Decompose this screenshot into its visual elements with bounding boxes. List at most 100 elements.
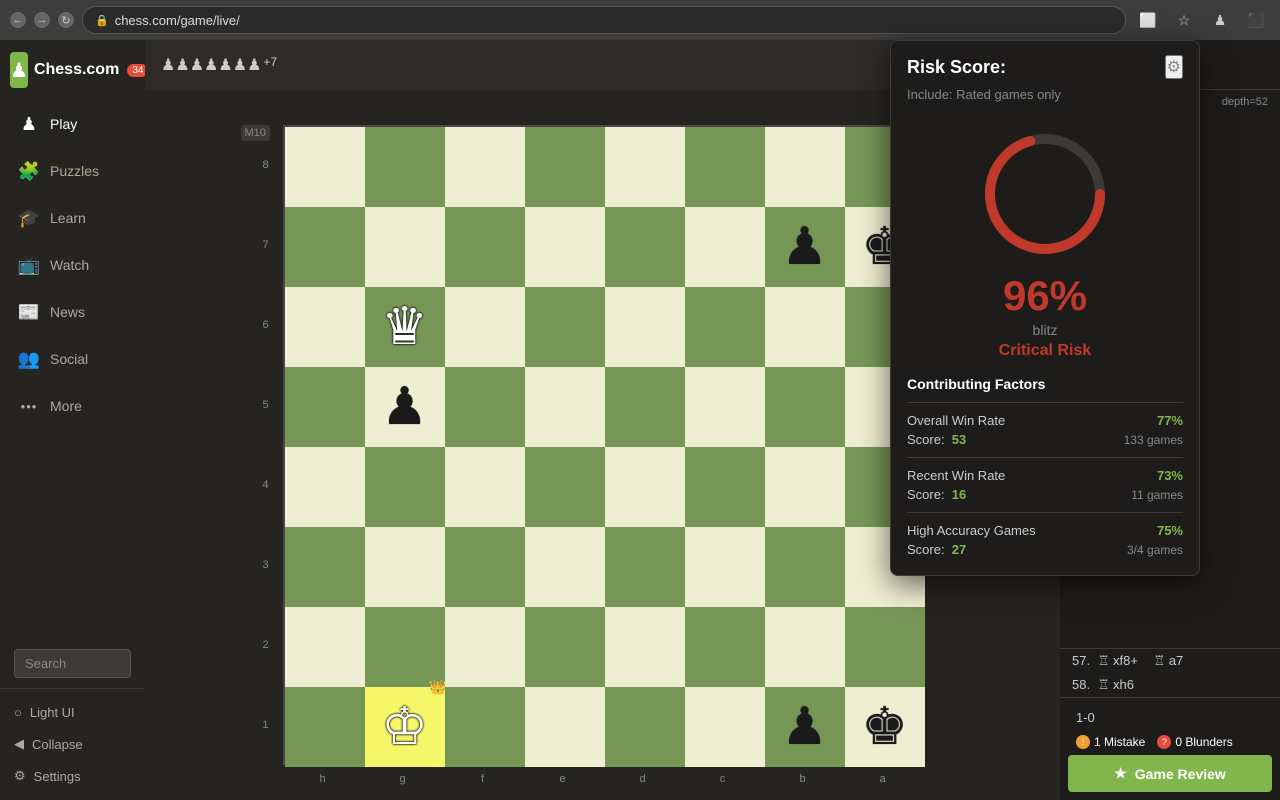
sidebar-logo[interactable]: ♟ Chess.com 34 — [0, 40, 145, 100]
square-d4[interactable] — [605, 447, 685, 527]
square-b8[interactable] — [765, 127, 845, 207]
factor-header-3: High Accuracy Games 75% — [907, 523, 1183, 538]
square-f8[interactable] — [445, 127, 525, 207]
square-d3[interactable] — [605, 527, 685, 607]
square-b5[interactable] — [765, 367, 845, 447]
row-label-6: 6 — [263, 285, 269, 365]
sidebar-item-learn[interactable]: 🎓 Learn — [4, 195, 141, 241]
square-e5[interactable] — [525, 367, 605, 447]
square-g3[interactable] — [365, 527, 445, 607]
square-g7[interactable] — [365, 207, 445, 287]
square-a2[interactable] — [845, 607, 925, 687]
risk-settings-button[interactable]: ⚙ — [1165, 55, 1183, 79]
sidebar-item-puzzles[interactable]: 🧩 Puzzles — [4, 148, 141, 194]
square-e6[interactable] — [525, 287, 605, 367]
risk-percentage: 96% — [1003, 272, 1087, 320]
square-d2[interactable] — [605, 607, 685, 687]
sidebar-item-play[interactable]: ♟ Play — [4, 101, 141, 147]
piece-b1: ♟ — [781, 701, 828, 753]
settings-item[interactable]: ⚙ Settings — [4, 760, 141, 792]
square-g4[interactable] — [365, 447, 445, 527]
square-c8[interactable] — [685, 127, 765, 207]
sidebar-item-news[interactable]: 📰 News — [4, 289, 141, 335]
square-b2[interactable] — [765, 607, 845, 687]
square-d8[interactable] — [605, 127, 685, 207]
square-f7[interactable] — [445, 207, 525, 287]
square-c3[interactable] — [685, 527, 765, 607]
collapse-item[interactable]: ◀ Collapse — [4, 728, 141, 760]
square-f1[interactable] — [445, 687, 525, 767]
move-57b-text: a7 — [1169, 653, 1183, 668]
screen-cast-button[interactable]: ⬜ — [1134, 6, 1162, 34]
sidebar-item-more[interactable]: ••• More — [4, 383, 141, 429]
profile-button[interactable]: ♟ — [1206, 6, 1234, 34]
square-c6[interactable] — [685, 287, 765, 367]
chess-board[interactable]: ♟♚♛♟♔👑♟♚ — [283, 125, 923, 765]
watch-label: Watch — [50, 257, 89, 273]
square-b3[interactable] — [765, 527, 845, 607]
square-c7[interactable] — [685, 207, 765, 287]
square-d1[interactable] — [605, 687, 685, 767]
square-c1[interactable] — [685, 687, 765, 767]
square-f6[interactable] — [445, 287, 525, 367]
square-f2[interactable] — [445, 607, 525, 687]
refresh-button[interactable]: ↻ — [58, 12, 74, 28]
square-g2[interactable] — [365, 607, 445, 687]
square-f5[interactable] — [445, 367, 525, 447]
square-e3[interactable] — [525, 527, 605, 607]
square-g8[interactable] — [365, 127, 445, 207]
url-bar[interactable]: 🔒 chess.com/game/live/ — [82, 6, 1126, 34]
square-h3[interactable] — [285, 527, 365, 607]
square-f3[interactable] — [445, 527, 525, 607]
piece-g1: ♔ — [381, 701, 428, 753]
sidebar-item-social[interactable]: 👥 Social — [4, 336, 141, 382]
square-h5[interactable] — [285, 367, 365, 447]
light-ui-item[interactable]: ○ Light UI — [4, 697, 141, 728]
square-f4[interactable] — [445, 447, 525, 527]
square-e4[interactable] — [525, 447, 605, 527]
square-g5[interactable]: ♟ — [365, 367, 445, 447]
sidebar-nav: ♟ Play 🧩 Puzzles 🎓 Learn 📺 Watch 📰 News … — [0, 100, 145, 639]
square-g1[interactable]: ♔👑 — [365, 687, 445, 767]
square-g6[interactable]: ♛ — [365, 287, 445, 367]
square-e2[interactable] — [525, 607, 605, 687]
game-review-button[interactable]: ★ Game Review — [1068, 755, 1272, 792]
square-h8[interactable] — [285, 127, 365, 207]
back-button[interactable]: ← — [10, 12, 26, 28]
square-c5[interactable] — [685, 367, 765, 447]
factor-high-accuracy: High Accuracy Games 75% Score: 27 3/4 ga… — [907, 512, 1183, 567]
square-h6[interactable] — [285, 287, 365, 367]
blunders-label: 0 Blunders — [1175, 735, 1232, 749]
square-e8[interactable] — [525, 127, 605, 207]
square-h7[interactable] — [285, 207, 365, 287]
news-icon: 📰 — [18, 301, 40, 323]
extensions-button[interactable]: ⬛ — [1242, 6, 1270, 34]
factor-pct-1: 77% — [1157, 413, 1183, 428]
square-h1[interactable] — [285, 687, 365, 767]
square-c4[interactable] — [685, 447, 765, 527]
move-57-text: xf8+ — [1113, 653, 1138, 668]
square-a1[interactable]: ♚ — [845, 687, 925, 767]
square-h4[interactable] — [285, 447, 365, 527]
sidebar-item-watch[interactable]: 📺 Watch — [4, 242, 141, 288]
square-d6[interactable] — [605, 287, 685, 367]
square-b7[interactable]: ♟ — [765, 207, 845, 287]
factor-pct-2: 73% — [1157, 468, 1183, 483]
square-e7[interactable] — [525, 207, 605, 287]
search-input[interactable] — [14, 649, 131, 678]
square-d7[interactable] — [605, 207, 685, 287]
square-b1[interactable]: ♟ — [765, 687, 845, 767]
square-h2[interactable] — [285, 607, 365, 687]
factor-header-2: Recent Win Rate 73% — [907, 468, 1183, 483]
move-num-58: 58. — [1072, 677, 1090, 692]
square-e1[interactable] — [525, 687, 605, 767]
square-b6[interactable] — [765, 287, 845, 367]
row-labels: 8 7 6 5 4 3 2 1 — [263, 125, 269, 765]
social-label: Social — [50, 351, 88, 367]
bookmark-button[interactable]: ☆ — [1170, 6, 1198, 34]
square-c2[interactable] — [685, 607, 765, 687]
risk-circle-container: 96% blitz Critical Risk — [891, 114, 1199, 376]
forward-button[interactable]: → — [34, 12, 50, 28]
square-d5[interactable] — [605, 367, 685, 447]
square-b4[interactable] — [765, 447, 845, 527]
